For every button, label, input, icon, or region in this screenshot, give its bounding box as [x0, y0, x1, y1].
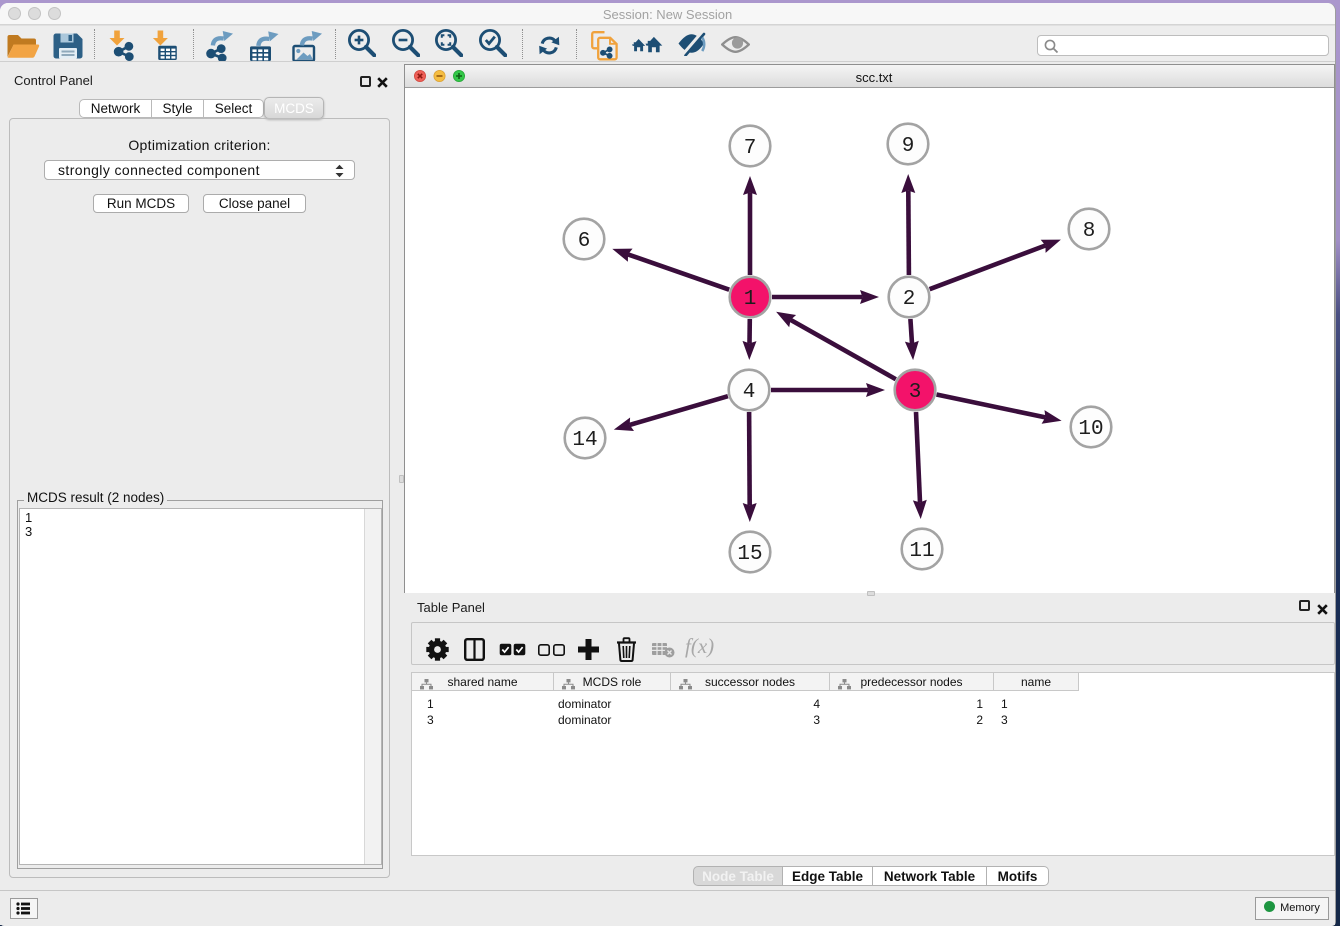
svg-text:9: 9 — [902, 135, 915, 158]
svg-text:2: 2 — [903, 288, 916, 311]
svg-text:8: 8 — [1083, 220, 1096, 243]
svg-text:3: 3 — [909, 381, 922, 404]
svg-text:7: 7 — [744, 137, 757, 160]
svg-text:10: 10 — [1078, 418, 1103, 441]
svg-text:15: 15 — [737, 543, 762, 566]
svg-text:4: 4 — [743, 381, 756, 404]
svg-text:14: 14 — [572, 429, 597, 452]
svg-text:11: 11 — [909, 540, 934, 563]
svg-text:6: 6 — [578, 230, 591, 253]
svg-text:1: 1 — [744, 288, 757, 311]
